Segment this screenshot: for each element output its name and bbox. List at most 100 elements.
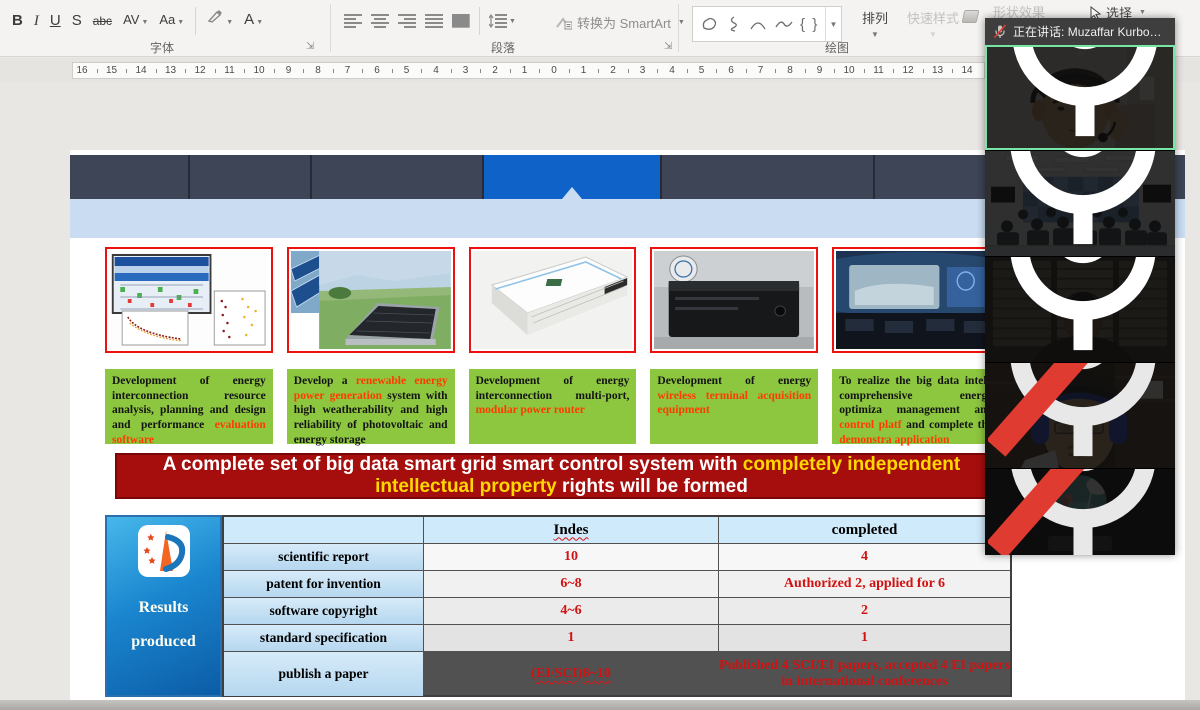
arc-shape-icon (749, 17, 767, 31)
meeting-header[interactable]: 正在讲话: Muzaffar Kurbonov... (985, 18, 1175, 45)
caption-box[interactable]: Develop a renewable energy power generat… (287, 369, 455, 444)
black-terminal-device-photo[interactable] (650, 247, 818, 353)
chevron-down-icon: ▼ (256, 19, 263, 26)
mic-muted-icon (988, 468, 1175, 555)
video-tile-participant-1[interactable]: ^ Muzaffar Kurbonov (985, 45, 1175, 150)
italic-button[interactable]: I (34, 9, 39, 33)
group-divider (330, 4, 331, 52)
pen-icon (207, 8, 224, 24)
row-completed-value: Authorized 2, applied for 6 (719, 571, 1010, 597)
bold-button[interactable]: B (12, 9, 23, 33)
results-table[interactable]: Results produced Indes completed scienti… (105, 515, 1012, 697)
row-index-value: 10 (424, 544, 718, 570)
underline-button[interactable]: U (50, 9, 61, 33)
video-tile-participant-4[interactable]: samsumg (985, 362, 1175, 468)
group-divider (678, 4, 679, 52)
white-power-router-photo[interactable] (469, 247, 637, 353)
left-brace-shape-icon: { (800, 16, 805, 33)
justify-icon[interactable] (425, 14, 443, 28)
scada-software-screenshot[interactable] (105, 247, 273, 353)
mic-on-icon (988, 256, 1175, 360)
control-room-photo[interactable] (832, 247, 1000, 353)
nav-segment (70, 155, 188, 199)
row-label: scientific report (224, 544, 423, 570)
freeform-shape-icon (701, 15, 719, 33)
change-case-button[interactable]: Aa▼ (159, 8, 184, 35)
participant-name-tag: Muzaffar Kurbonov (987, 45, 1175, 148)
text-shadow-button[interactable]: S (72, 9, 82, 33)
video-tile-participant-3[interactable]: Donyorbek (985, 256, 1175, 362)
image-cards-row (105, 247, 1000, 353)
participant-name-tag: 罗珊娜 (985, 468, 1175, 555)
line-spacing-icon (489, 14, 507, 28)
arrange-button[interactable]: 排列▼ (852, 8, 898, 39)
row-label: patent for invention (224, 571, 423, 597)
header-completed: completed (719, 517, 1010, 543)
chevron-down-icon: ▼ (226, 19, 233, 26)
video-tile-participant-5[interactable]: ▼ 罗珊娜 (985, 468, 1175, 555)
character-spacing-button[interactable]: AV▼ (123, 8, 148, 35)
shape-fill-icon[interactable] (962, 10, 980, 23)
shapes-gallery-more-button[interactable]: ▼ (825, 7, 841, 41)
mic-on-icon (990, 45, 1175, 146)
video-tile-participant-2[interactable]: 景柳铭-北方工大 (985, 150, 1175, 256)
paragraph-dialog-launcher-icon[interactable]: ⇲ (664, 41, 672, 52)
window-bottom-strip (0, 700, 1200, 710)
horizontal-ruler[interactable]: 1615141312111098765432101234567891011121… (72, 62, 985, 79)
speaking-now-text: 正在讲话: Muzaffar Kurbonov... (1013, 23, 1166, 40)
shapes-gallery[interactable]: { } ▼ (692, 6, 842, 42)
caption-box[interactable]: To realize the big data intelli comprehe… (832, 369, 1000, 444)
strikethrough-button[interactable]: abc (93, 9, 112, 33)
caption-box[interactable]: Development of energy wireless terminal … (650, 369, 818, 444)
convert-to-smartart-button[interactable]: 转换为 SmartArt▼ (556, 13, 685, 32)
results-side-panel: Results produced (105, 515, 222, 697)
chevron-down-icon: ▼ (177, 19, 184, 26)
nav-segment (662, 155, 873, 199)
results-grid: Indes completed scientific report 10 4 p… (222, 515, 1012, 697)
nav-segment-active (484, 155, 660, 199)
chevron-down-icon: ▼ (141, 19, 148, 26)
caption-box[interactable]: Development of energy interconnection mu… (469, 369, 637, 444)
chevron-down-icon: ▼ (509, 18, 516, 25)
quick-styles-button[interactable]: 快速样式▼ (902, 8, 964, 39)
row-label: software copyright (224, 598, 423, 624)
row-completed-value: 1 (719, 625, 1010, 651)
font-group-label: 字体 (12, 39, 312, 56)
caption-box[interactable]: Development of energy interconnection re… (105, 369, 273, 444)
row-index-value: 4~6 (424, 598, 718, 624)
align-center-icon[interactable] (371, 14, 389, 28)
row-completed-value: 4 (719, 544, 1010, 570)
highlight-pen-button[interactable]: ▼ (207, 8, 233, 35)
headline-banner[interactable]: A complete set of big data smart grid sm… (115, 453, 1008, 499)
header-index: Indes (424, 517, 718, 543)
row-index-value: (EI/SCI) 8~10 (424, 652, 718, 696)
smartart-icon (556, 16, 572, 30)
nav-segment (312, 155, 482, 199)
row-completed-value: 2 (719, 598, 1010, 624)
distribute-text-icon[interactable] (452, 14, 470, 28)
paragraph-group-label: 段落 (344, 39, 662, 56)
mic-muted-icon (988, 362, 1175, 466)
results-label-line1: Results (131, 591, 196, 625)
scribble-shape-icon (726, 15, 742, 33)
chevron-down-icon: ▼ (1139, 9, 1146, 16)
curve-shape-icon (775, 17, 793, 31)
chevron-down-icon: ▼ (902, 30, 964, 39)
separator (195, 7, 196, 35)
nav-segment (190, 155, 310, 199)
row-completed-value: Published 4 SCI/EI papers, accepted 4 EI… (719, 652, 1010, 696)
row-label: standard specification (224, 625, 423, 651)
video-conference-panel[interactable]: 正在讲话: Muzaffar Kurbonov... (985, 18, 1175, 555)
solar-power-plant-photo[interactable] (287, 247, 455, 353)
participant-name-tag: Donyorbek (985, 256, 1175, 362)
font-dialog-launcher-icon[interactable]: ⇲ (306, 41, 314, 52)
mic-on-icon (988, 150, 1175, 254)
right-brace-shape-icon: } (812, 16, 817, 33)
project-logo (138, 525, 190, 577)
row-label: publish a paper (224, 652, 423, 696)
application-window: B I U S abc AV▼ Aa▼ ▼ A▼ 字体 ⇲ ▼ (0, 0, 1200, 710)
align-right-icon[interactable] (398, 14, 416, 28)
align-left-icon[interactable] (344, 14, 362, 28)
line-spacing-button[interactable]: ▼ (489, 14, 516, 28)
font-color-button[interactable]: A▼ (244, 8, 263, 35)
